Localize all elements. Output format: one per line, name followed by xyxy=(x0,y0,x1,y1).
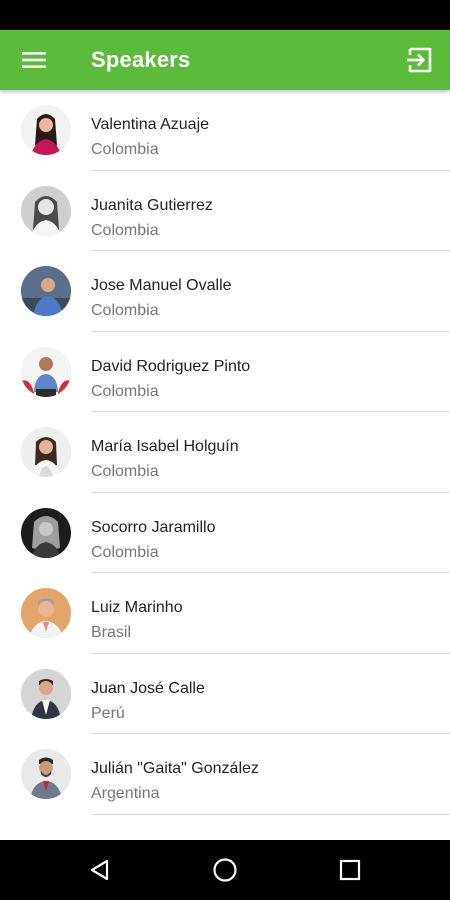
speaker-country: Colombia xyxy=(91,463,159,480)
speaker-name: Juan José Calle xyxy=(91,679,205,697)
menu-button[interactable] xyxy=(12,38,56,82)
page-title: Speakers xyxy=(91,47,191,72)
divider xyxy=(91,813,450,815)
speaker-row[interactable]: David Rodriguez Pinto Colombia xyxy=(0,332,450,412)
speaker-row[interactable]: Jose Manuel Ovalle Colombia xyxy=(0,251,450,332)
recents-button[interactable] xyxy=(330,850,370,890)
speaker-country: Colombia xyxy=(91,543,159,561)
app-bar: Speakers xyxy=(0,30,450,90)
speaker-name: Luiz Marinho xyxy=(91,599,183,616)
avatar xyxy=(21,588,71,638)
speaker-row[interactable]: Juanita Gutierrez Colombia xyxy=(0,171,450,251)
home-button[interactable] xyxy=(205,850,245,890)
speaker-country: Perú xyxy=(91,704,125,722)
home-circle-icon xyxy=(213,858,237,882)
back-button[interactable] xyxy=(80,850,120,890)
speakers-list[interactable]: Valentina Azuaje Colombia Juanita Gutier… xyxy=(0,90,450,840)
recents-square-icon xyxy=(339,859,361,881)
exit-to-app-icon xyxy=(407,47,432,73)
status-bar xyxy=(0,0,450,30)
speaker-name: David Rodriguez Pinto xyxy=(91,357,251,375)
speaker-country: Brasil xyxy=(91,624,132,641)
hamburger-menu-icon xyxy=(22,52,46,68)
avatar xyxy=(21,185,71,236)
speaker-row[interactable]: Socorro Jaramillo Colombia xyxy=(0,493,450,573)
speaker-row[interactable]: Valentina Azuaje Colombia xyxy=(0,90,450,171)
avatar xyxy=(21,668,71,719)
speaker-row[interactable]: María Isabel Holguín Colombia xyxy=(0,412,450,493)
speaker-country: Colombia xyxy=(91,221,159,239)
avatar xyxy=(21,346,71,397)
speaker-name: Juanita Gutierrez xyxy=(91,196,213,214)
speaker-country: Colombia xyxy=(91,302,159,319)
speaker-name: María Isabel Holguín xyxy=(91,438,239,455)
speaker-country: Colombia xyxy=(91,382,159,400)
avatar xyxy=(21,427,71,477)
avatar xyxy=(21,507,71,558)
system-navigation-bar xyxy=(0,840,450,900)
speaker-country: Colombia xyxy=(91,141,159,158)
speaker-row[interactable]: Juan José Calle Perú xyxy=(0,654,450,734)
speaker-row[interactable]: Luiz Marinho Brasil xyxy=(0,573,450,654)
speaker-country: Argentina xyxy=(91,785,160,802)
speaker-name: Jose Manuel Ovalle xyxy=(91,277,232,294)
avatar xyxy=(21,266,71,316)
speaker-row[interactable]: Julián "Gaita" González Argentina xyxy=(0,734,450,815)
speaker-name: Julián "Gaita" González xyxy=(91,760,259,777)
speaker-name: Valentina Azuaje xyxy=(91,116,210,133)
avatar xyxy=(21,749,71,799)
speaker-name: Socorro Jaramillo xyxy=(91,518,216,536)
logout-button[interactable] xyxy=(398,38,442,82)
avatar xyxy=(21,105,71,155)
back-triangle-icon xyxy=(90,859,109,881)
